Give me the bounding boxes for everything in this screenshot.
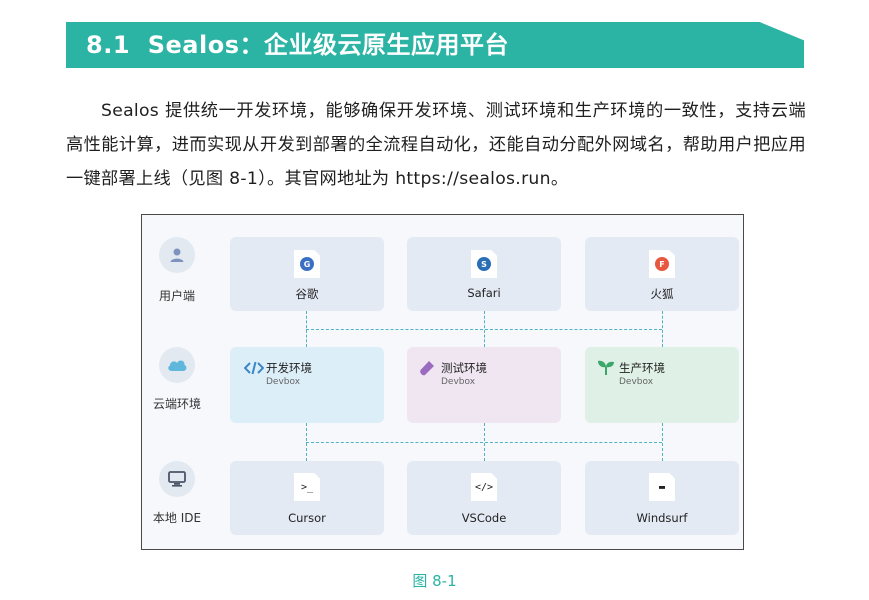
env-sub-prod: Devbox (619, 377, 654, 387)
env-title-dev: 开发环境 (266, 361, 312, 375)
ide-card-cursor: >_ Cursor (230, 461, 384, 535)
browser-card-firefox: F 火狐 (585, 237, 739, 311)
firefox-badge: F (655, 257, 669, 271)
env-card-prod: 生产环境 Devbox (585, 347, 739, 423)
safari-badge: S (477, 257, 491, 271)
ide-card-vscode: </> VSCode (407, 461, 561, 535)
connector-line (306, 329, 662, 330)
monitor-icon (159, 461, 195, 497)
window-icon: ▬ (649, 473, 675, 501)
code-file-icon: </> (471, 473, 497, 501)
sprout-icon (598, 360, 614, 375)
code-icon (244, 361, 264, 375)
terminal-glyph: >_ (300, 481, 314, 493)
env-title-test: 测试环境 (441, 361, 487, 375)
ide-card-windsurf: ▬ Windsurf (585, 461, 739, 535)
section-heading: Sealos：企业级云原生应用平台 (147, 31, 509, 59)
chrome-icon: G (294, 250, 320, 278)
connector-line (662, 423, 663, 461)
env-sub-test: Devbox (441, 377, 476, 387)
env-card-test: 测试环境 Devbox (407, 347, 561, 423)
row-label-cloud: 云端环境 (152, 397, 201, 411)
browser-card-chrome: G 谷歌 (230, 237, 384, 311)
connector-line (306, 442, 662, 443)
connector-line (662, 311, 663, 347)
terminal-icon: >_ (294, 473, 320, 501)
row-label-ide: 本地 IDE (152, 511, 202, 525)
browser-label-safari: Safari (467, 286, 501, 300)
row-label-user: 用户端 (158, 289, 195, 303)
user-icon (159, 237, 195, 273)
architecture-diagram: 用户端 云端环境 本地 IDE G 谷歌 S Safari F 火狐 开发环境 (141, 214, 744, 550)
cloud-icon (159, 347, 195, 383)
body-paragraph: Sealos 提供统一开发环境，能够确保开发环境、测试环境和生产环境的一致性，支… (66, 101, 806, 189)
safari-icon: S (471, 250, 497, 278)
browser-label-firefox: 火狐 (650, 287, 674, 301)
ide-label-windsurf: Windsurf (636, 511, 688, 525)
browser-card-safari: S Safari (407, 237, 561, 311)
chrome-badge: G (300, 257, 314, 271)
section-number: 8.1 (86, 31, 131, 59)
figure-caption: 图 8-1 (412, 572, 457, 590)
env-card-dev: 开发环境 Devbox (230, 347, 384, 423)
env-sub-dev: Devbox (266, 377, 301, 387)
ide-label-cursor: Cursor (288, 511, 326, 525)
env-title-prod: 生产环境 (619, 361, 665, 375)
code-glyph: </> (474, 481, 494, 493)
ide-label-vscode: VSCode (461, 511, 507, 525)
browser-label-chrome: 谷歌 (295, 287, 319, 301)
firefox-icon: F (649, 250, 675, 278)
section-title: 8.1 Sealos：企业级云原生应用平台 (86, 29, 509, 61)
flask-icon (420, 361, 434, 376)
window-glyph: ▬ (658, 481, 666, 493)
